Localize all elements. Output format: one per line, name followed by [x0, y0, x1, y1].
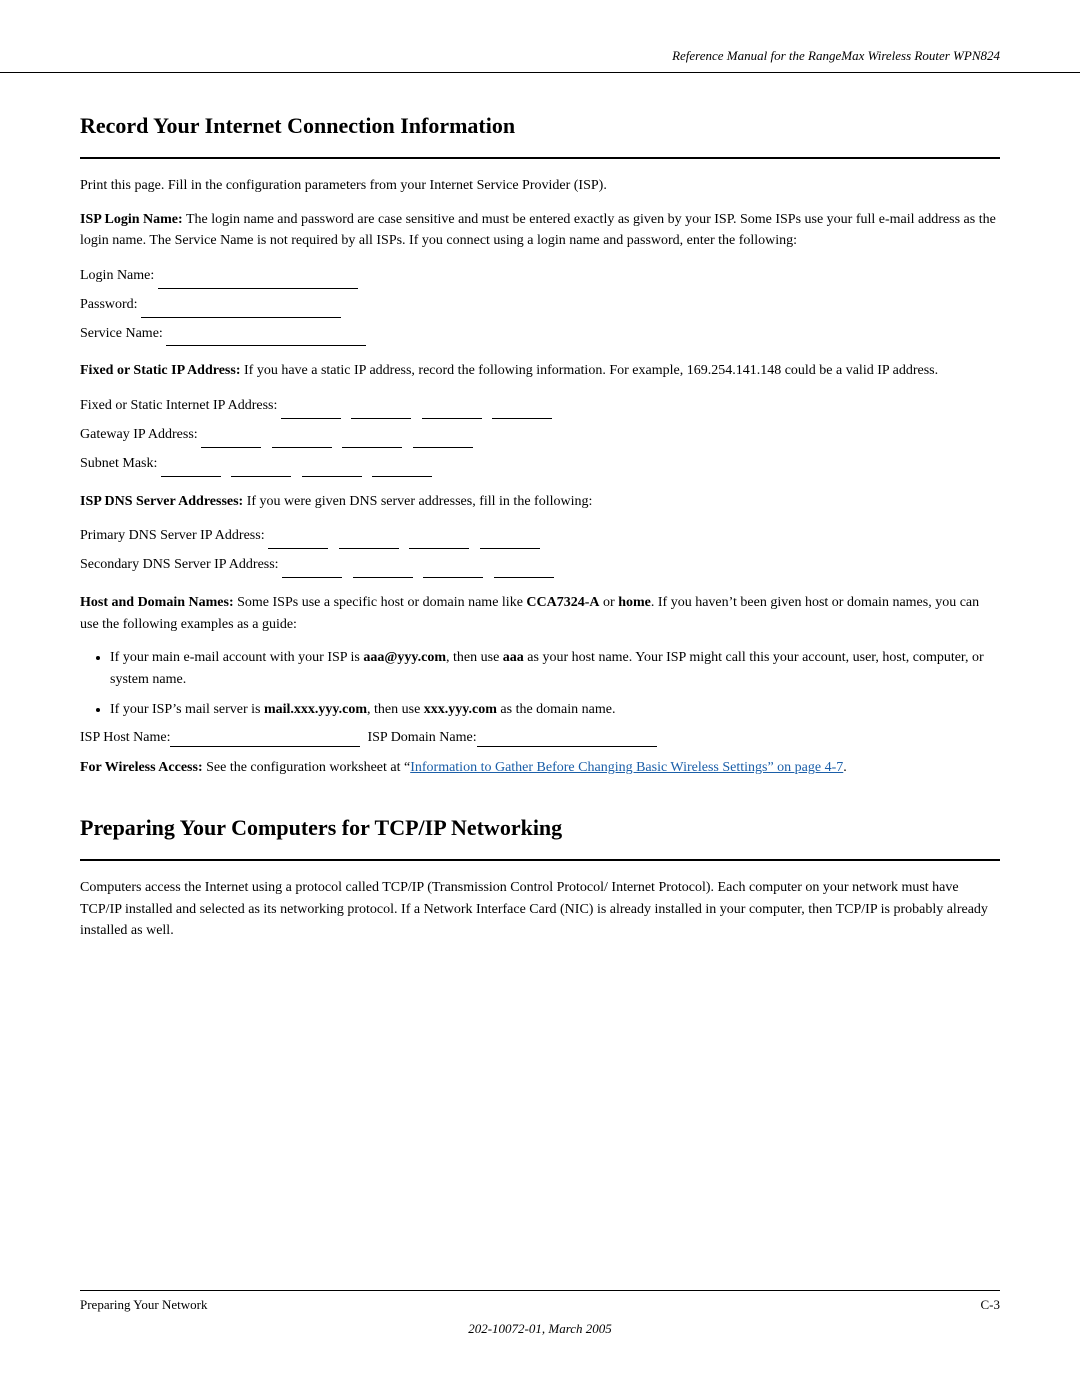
dns-label: ISP DNS Server Addresses: — [80, 494, 243, 509]
isp-host-input — [170, 730, 360, 747]
service-name-label: Service Name: — [80, 326, 163, 341]
section2: Preparing Your Computers for TCP/IP Netw… — [80, 815, 1000, 942]
fixed-static-label: Fixed or Static Internet IP Address: — [80, 398, 277, 413]
page-footer: Preparing Your Network C-3 202-10072-01,… — [0, 1290, 1080, 1337]
isp-domain-input — [477, 730, 657, 747]
wireless-body-post: . — [843, 760, 847, 775]
isp-domain-label: ISP Domain Name: — [367, 730, 476, 746]
section2-title: Preparing Your Computers for TCP/IP Netw… — [80, 815, 1000, 841]
login-name-input — [158, 264, 358, 289]
footer-center-text: 202-10072-01, March 2005 — [468, 1321, 612, 1336]
secondary-dns-field: Secondary DNS Server IP Address: — [80, 553, 1000, 578]
service-name-input — [166, 322, 366, 347]
primary-dns-label: Primary DNS Server IP Address: — [80, 528, 265, 543]
intro-paragraph: Print this page. Fill in the configurati… — [80, 175, 1000, 197]
section2-divider — [80, 859, 1000, 861]
wireless-paragraph: For Wireless Access: See the configurati… — [80, 757, 1000, 779]
isp-host-domain-line: ISP Host Name: ISP Domain Name: — [80, 730, 1000, 747]
isp-login-paragraph: ISP Login Name: The login name and passw… — [80, 209, 1000, 252]
password-input — [141, 293, 341, 318]
bullet-item-2: If your ISP’s mail server is mail.xxx.yy… — [110, 699, 1000, 721]
primary-dns-field: Primary DNS Server IP Address: — [80, 524, 1000, 549]
section2-body: Computers access the Internet using a pr… — [80, 877, 1000, 942]
footer-center: 202-10072-01, March 2005 — [80, 1321, 1000, 1337]
section1-divider — [80, 157, 1000, 159]
host-domain-label: Host and Domain Names: — [80, 595, 234, 610]
host-domain-body1: Some ISPs use a specific host or domain … — [237, 595, 526, 610]
bullet1-mid: , then use — [446, 650, 503, 665]
footer-divider — [80, 1290, 1000, 1291]
bullet2-mid: , then use — [367, 702, 424, 717]
dns-body: If you were given DNS server addresses, … — [247, 494, 593, 509]
footer-left: Preparing Your Network — [80, 1297, 207, 1313]
secondary-dns-label: Secondary DNS Server IP Address: — [80, 557, 279, 572]
main-content: Record Your Internet Connection Informat… — [0, 73, 1080, 942]
bullet2-bold1: mail.xxx.yyy.com — [264, 702, 367, 717]
gateway-field: Gateway IP Address: — [80, 423, 1000, 448]
bullet1-bold1: aaa@yyy.com — [363, 650, 446, 665]
service-name-field: Service Name: — [80, 322, 1000, 347]
bullet-item-1: If your main e-mail account with your IS… — [110, 647, 1000, 690]
bullet1-bold2: aaa — [503, 650, 524, 665]
fixed-static-field: Fixed or Static Internet IP Address: — [80, 394, 1000, 419]
isp-host-label: ISP Host Name: — [80, 730, 170, 746]
login-name-field: Login Name: — [80, 264, 1000, 289]
page-header: Reference Manual for the RangeMax Wirele… — [0, 0, 1080, 73]
fixed-ip-label: Fixed or Static IP Address: — [80, 363, 241, 378]
footer-right: C-3 — [981, 1297, 1001, 1313]
isp-login-label: ISP Login Name: — [80, 212, 183, 227]
subnet-field: Subnet Mask: — [80, 452, 1000, 477]
bullet-list: If your main e-mail account with your IS… — [110, 647, 1000, 720]
bullet2-bold2: xxx.yyy.com — [424, 702, 497, 717]
fixed-ip-body: If you have a static IP address, record … — [244, 363, 938, 378]
host-domain-body2: or — [600, 595, 619, 610]
password-label: Password: — [80, 297, 138, 312]
fixed-ip-paragraph: Fixed or Static IP Address: If you have … — [80, 360, 1000, 382]
header-text: Reference Manual for the RangeMax Wirele… — [672, 48, 1000, 63]
host-domain-bold1: CCA7324-A — [526, 595, 599, 610]
bullet2-pre: If your ISP’s mail server is — [110, 702, 264, 717]
bullet2-post: as the domain name. — [497, 702, 616, 717]
password-field: Password: — [80, 293, 1000, 318]
host-domain-paragraph: Host and Domain Names: Some ISPs use a s… — [80, 592, 1000, 635]
footer-content: Preparing Your Network C-3 — [80, 1297, 1000, 1313]
gateway-label: Gateway IP Address: — [80, 427, 198, 442]
subnet-label: Subnet Mask: — [80, 456, 157, 471]
wireless-body-pre: See the configuration worksheet at “ — [206, 760, 410, 775]
host-domain-bold2: home — [618, 595, 651, 610]
dns-paragraph: ISP DNS Server Addresses: If you were gi… — [80, 491, 1000, 513]
section1-title: Record Your Internet Connection Informat… — [80, 113, 1000, 139]
wireless-label: For Wireless Access: — [80, 760, 203, 775]
login-name-label: Login Name: — [80, 268, 154, 283]
wireless-link[interactable]: Information to Gather Before Changing Ba… — [410, 760, 843, 775]
bullet1-pre: If your main e-mail account with your IS… — [110, 650, 363, 665]
isp-login-body: The login name and password are case sen… — [80, 212, 996, 249]
page: Reference Manual for the RangeMax Wirele… — [0, 0, 1080, 1397]
